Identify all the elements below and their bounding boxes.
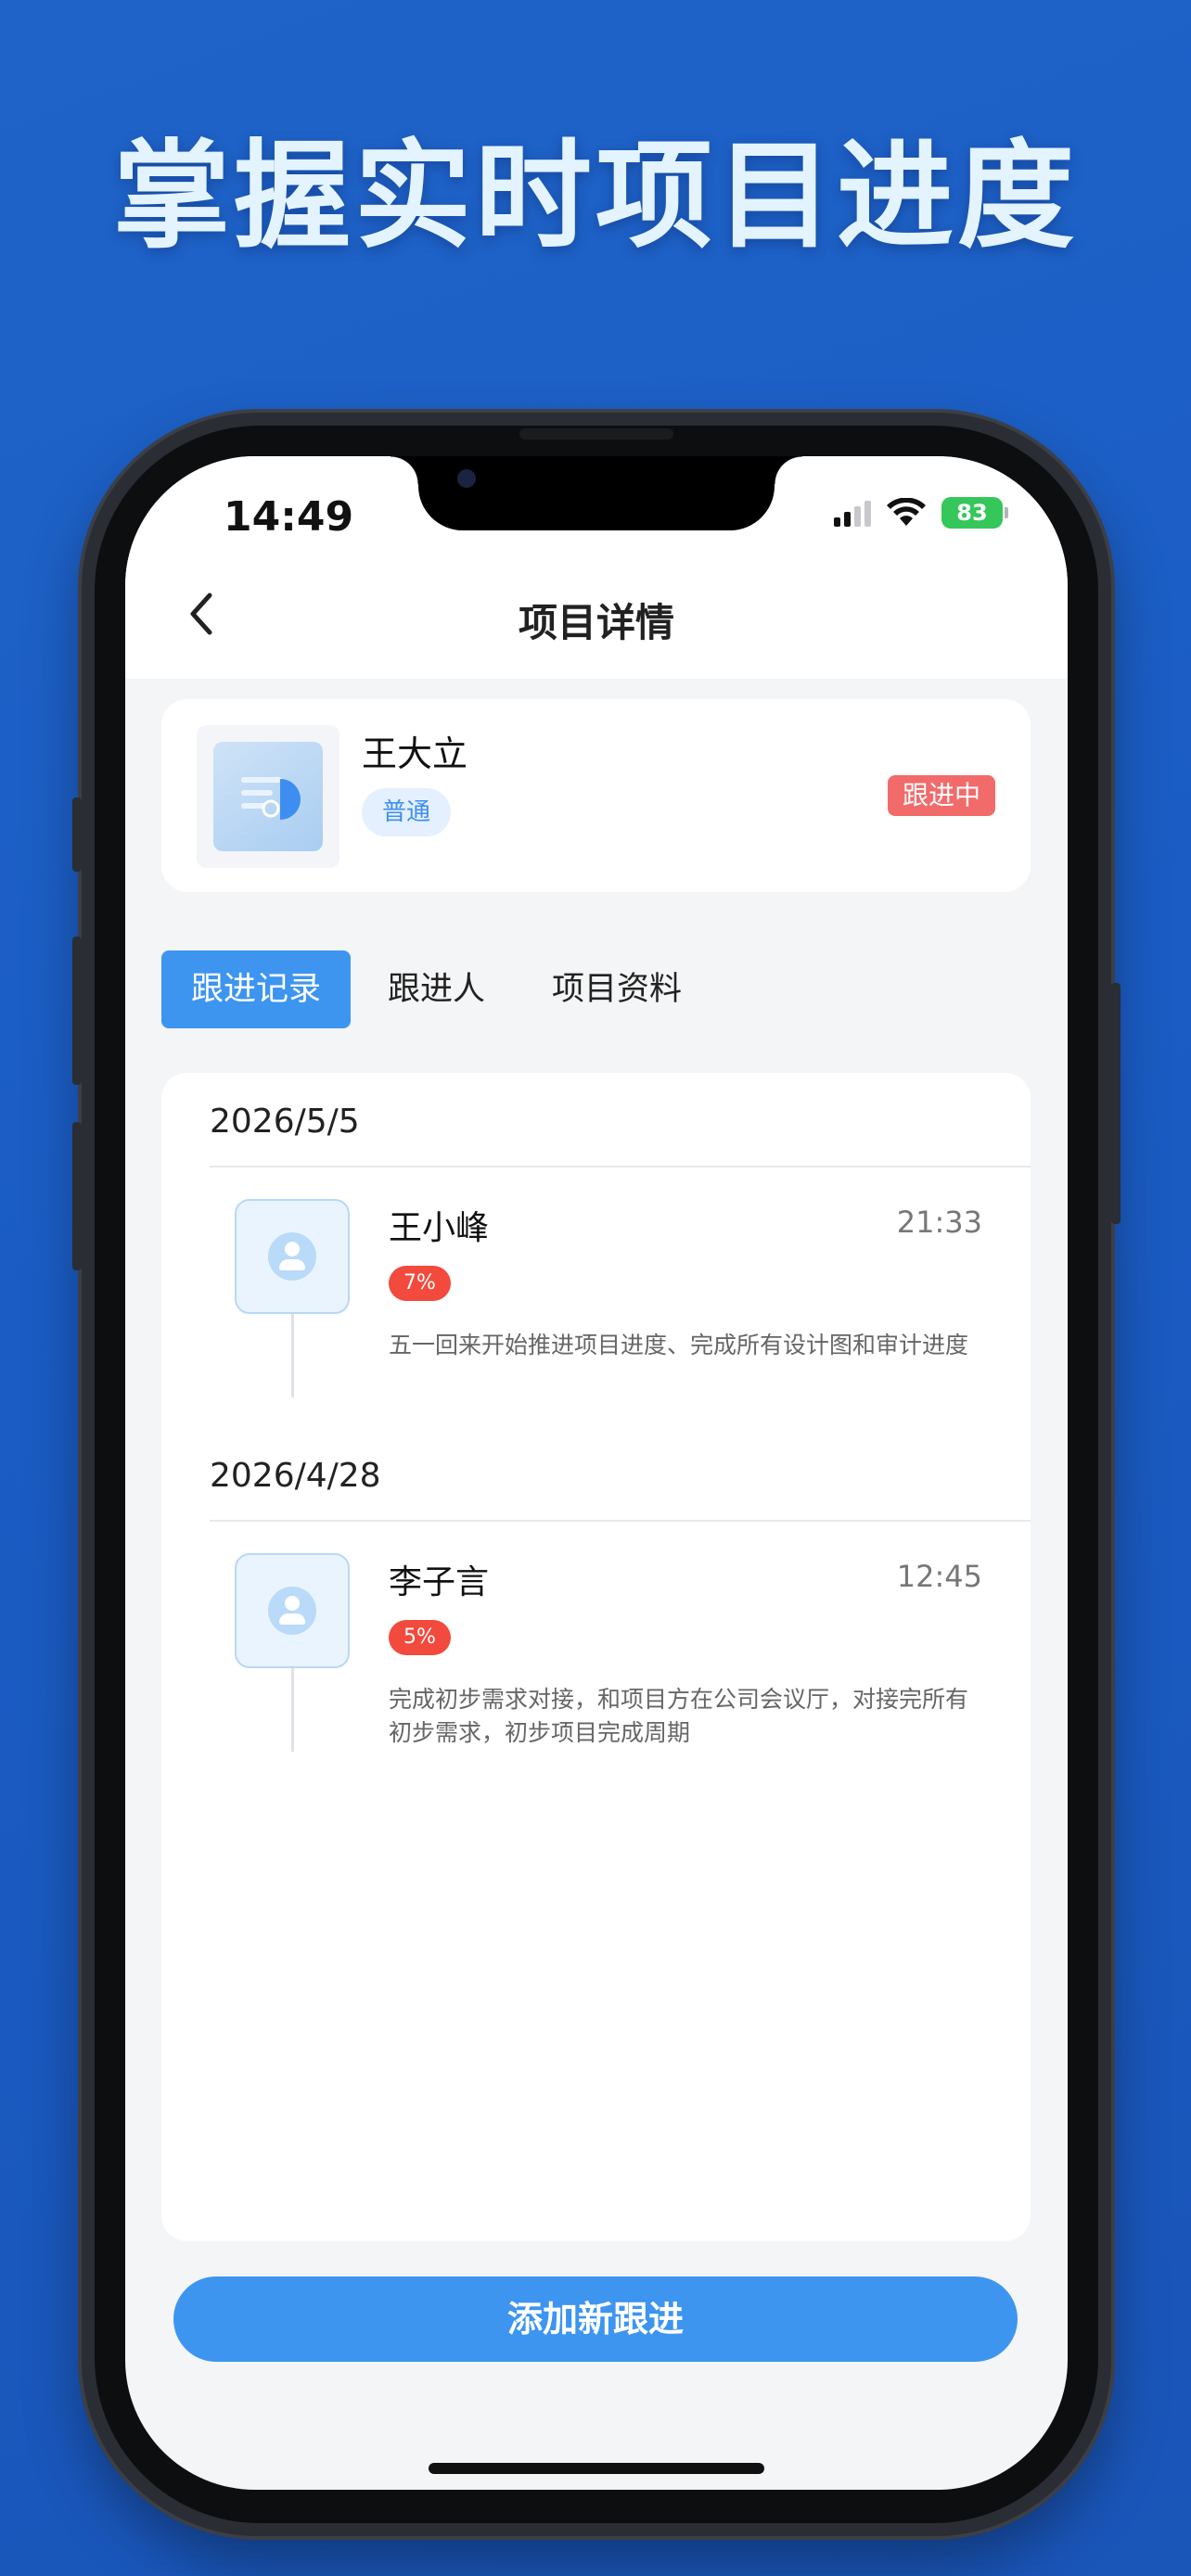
status-icons: 83 [834, 497, 1008, 529]
priority-tag: 普通 [362, 788, 452, 836]
record-date: 2026/4/28 [210, 1457, 381, 1495]
project-owner-name: 王大立 [362, 733, 468, 774]
avatar [235, 1553, 350, 1668]
side-button [72, 797, 82, 872]
tab-bar: 跟进记录 跟进人 项目资料 [161, 950, 719, 1028]
progress-badge: 5% [389, 1620, 451, 1655]
earpiece-speaker [519, 428, 673, 440]
user-icon [268, 1587, 316, 1635]
tab-project-materials[interactable]: 项目资料 [522, 950, 711, 1028]
progress-badge: 7% [389, 1266, 451, 1301]
user-icon [268, 1232, 316, 1281]
battery-icon: 83 [941, 497, 1008, 529]
wifi-icon [887, 498, 926, 526]
divider [210, 1166, 1031, 1167]
tab-followers[interactable]: 跟进人 [358, 950, 515, 1028]
add-follow-up-button[interactable]: 添加新跟进 [173, 2276, 1018, 2362]
project-card[interactable]: 王大立 普通 跟进中 [161, 699, 1031, 892]
timeline-line [291, 1668, 294, 1752]
volume-down-button [72, 1122, 82, 1270]
record-date: 2026/5/5 [210, 1103, 360, 1141]
app-screen: 14:49 83 项目详情 王大立 普通 跟进中 跟进记录 跟进人 项目资料 2… [125, 456, 1068, 2490]
record-description: 完成初步需求对接，和项目方在公司会议厅，对接完所有初步需求，初步项目完成周期 [389, 1686, 969, 1746]
record-author: 王小峰 [389, 1209, 490, 1247]
power-button [1111, 983, 1121, 1224]
record-author: 李子言 [389, 1563, 490, 1601]
page-title: 项目详情 [518, 600, 674, 645]
notch [391, 456, 802, 530]
avatar [235, 1199, 350, 1314]
record-time: 12:45 [896, 1559, 982, 1594]
record-description: 五一回来开始推进项目进度、完成所有设计图和审计进度 [389, 1332, 969, 1358]
cellular-signal-icon [834, 499, 871, 527]
timeline-line [291, 1314, 294, 1397]
divider [210, 1520, 1031, 1522]
promo-headline: 掌握实时项目进度 [113, 128, 1078, 264]
home-indicator[interactable] [429, 2463, 764, 2474]
volume-up-button [72, 937, 82, 1085]
document-icon [241, 777, 301, 820]
status-time: 14:49 [224, 493, 354, 541]
front-camera [457, 469, 476, 488]
project-thumbnail [197, 725, 339, 868]
record-time: 21:33 [896, 1205, 982, 1240]
follow-record-list: 2026/5/5 王小峰 21:33 7% 五一回来开始推进项目进度、完成所有设… [161, 1073, 1031, 2241]
tab-follow-records[interactable]: 跟进记录 [161, 950, 352, 1028]
status-badge: 跟进中 [887, 775, 995, 816]
